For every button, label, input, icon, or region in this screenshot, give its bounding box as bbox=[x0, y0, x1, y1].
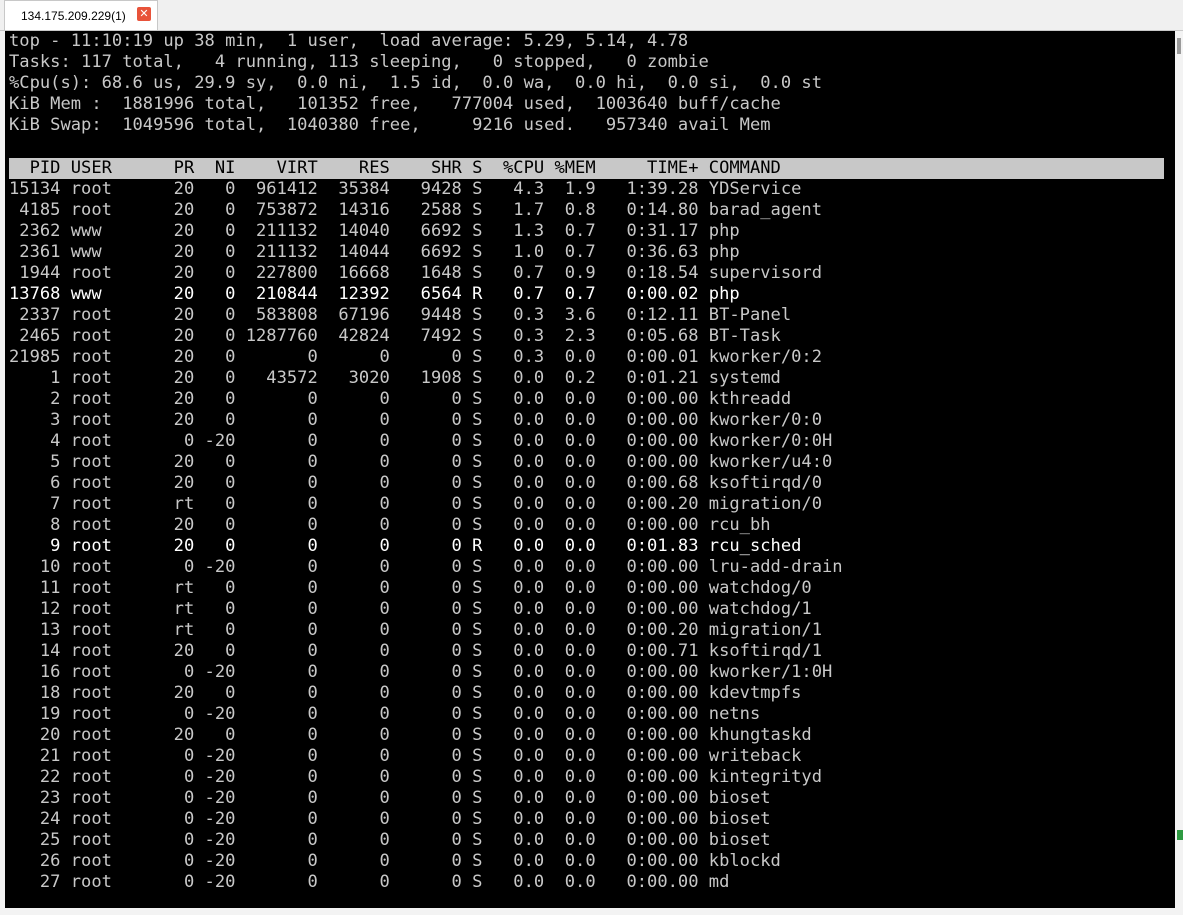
summary-line-tasks: Tasks: 117 total, 4 running, 113 sleepin… bbox=[9, 52, 709, 72]
process-row: 5 root 20 0 0 0 0 S 0.0 0.0 0:00.00 kwor… bbox=[9, 452, 833, 472]
process-row: 21985 root 20 0 0 0 0 S 0.3 0.0 0:00.01 … bbox=[9, 347, 823, 367]
process-row: 22 root 0 -20 0 0 0 S 0.0 0.0 0:00.00 ki… bbox=[9, 767, 823, 787]
process-row: 19 root 0 -20 0 0 0 S 0.0 0.0 0:00.00 ne… bbox=[9, 704, 761, 724]
process-row: 21 root 0 -20 0 0 0 S 0.0 0.0 0:00.00 wr… bbox=[9, 746, 802, 766]
process-row: 2465 root 20 0 1287760 42824 7492 S 0.3 … bbox=[9, 326, 781, 346]
process-row: 13 root rt 0 0 0 0 S 0.0 0.0 0:00.20 mig… bbox=[9, 620, 823, 640]
process-row: 3 root 20 0 0 0 0 S 0.0 0.0 0:00.00 kwor… bbox=[9, 410, 823, 430]
session-tab[interactable]: 134.175.209.229(1) ✕ bbox=[4, 0, 158, 30]
process-row: 2337 root 20 0 583808 67196 9448 S 0.3 3… bbox=[9, 305, 792, 325]
summary-line-cpu: %Cpu(s): 68.6 us, 29.9 sy, 0.0 ni, 1.5 i… bbox=[9, 73, 823, 93]
close-icon[interactable]: ✕ bbox=[137, 7, 151, 21]
process-row: 27 root 0 -20 0 0 0 S 0.0 0.0 0:00.00 md bbox=[9, 872, 730, 892]
process-row: 15134 root 20 0 961412 35384 9428 S 4.3 … bbox=[9, 179, 802, 199]
process-row: 23 root 0 -20 0 0 0 S 0.0 0.0 0:00.00 bi… bbox=[9, 788, 771, 808]
bottom-border bbox=[0, 908, 1175, 915]
process-row: 7 root rt 0 0 0 0 S 0.0 0.0 0:00.20 migr… bbox=[9, 494, 823, 514]
process-row: 4 root 0 -20 0 0 0 S 0.0 0.0 0:00.00 kwo… bbox=[9, 431, 833, 451]
process-row: 6 root 20 0 0 0 0 S 0.0 0.0 0:00.68 ksof… bbox=[9, 473, 823, 493]
process-row: 10 root 0 -20 0 0 0 S 0.0 0.0 0:00.00 lr… bbox=[9, 557, 843, 577]
process-row: 11 root rt 0 0 0 0 S 0.0 0.0 0:00.00 wat… bbox=[9, 578, 812, 598]
vertical-scrollbar[interactable] bbox=[1175, 31, 1183, 915]
process-row: 1944 root 20 0 227800 16668 1648 S 0.7 0… bbox=[9, 263, 823, 283]
process-row: 16 root 0 -20 0 0 0 S 0.0 0.0 0:00.00 kw… bbox=[9, 662, 833, 682]
process-row: 4185 root 20 0 753872 14316 2588 S 1.7 0… bbox=[9, 200, 823, 220]
process-row: 2361 www 20 0 211132 14044 6692 S 1.0 0.… bbox=[9, 242, 740, 262]
process-row: 20 root 20 0 0 0 0 S 0.0 0.0 0:00.00 khu… bbox=[9, 725, 812, 745]
process-row: 18 root 20 0 0 0 0 S 0.0 0.0 0:00.00 kde… bbox=[9, 683, 802, 703]
process-row: 12 root rt 0 0 0 0 S 0.0 0.0 0:00.00 wat… bbox=[9, 599, 812, 619]
tab-bar: 134.175.209.229(1) ✕ bbox=[0, 0, 1183, 31]
process-table-header: PID USER PR NI VIRT RES SHR S %CPU %MEM … bbox=[9, 158, 1164, 179]
process-row: 24 root 0 -20 0 0 0 S 0.0 0.0 0:00.00 bi… bbox=[9, 809, 771, 829]
summary-line-uptime: top - 11:10:19 up 38 min, 1 user, load a… bbox=[9, 31, 689, 51]
process-row: 2362 www 20 0 211132 14040 6692 S 1.3 0.… bbox=[9, 221, 740, 241]
status-marker bbox=[1177, 830, 1183, 840]
process-row: 25 root 0 -20 0 0 0 S 0.0 0.0 0:00.00 bi… bbox=[9, 830, 771, 850]
process-row: 8 root 20 0 0 0 0 S 0.0 0.0 0:00.00 rcu_… bbox=[9, 515, 771, 535]
summary-line-swap: KiB Swap: 1049596 total, 1040380 free, 9… bbox=[9, 115, 771, 135]
terminal-screen[interactable]: top - 11:10:19 up 38 min, 1 user, load a… bbox=[5, 31, 1175, 908]
session-tab-label: 134.175.209.229(1) bbox=[21, 9, 126, 23]
process-row: 14 root 20 0 0 0 0 S 0.0 0.0 0:00.71 kso… bbox=[9, 641, 823, 661]
process-row: 26 root 0 -20 0 0 0 S 0.0 0.0 0:00.00 kb… bbox=[9, 851, 781, 871]
scrollbar-thumb[interactable] bbox=[1177, 38, 1181, 54]
process-row: 2 root 20 0 0 0 0 S 0.0 0.0 0:00.00 kthr… bbox=[9, 389, 792, 409]
summary-line-mem: KiB Mem : 1881996 total, 101352 free, 77… bbox=[9, 94, 781, 114]
process-row: 1 root 20 0 43572 3020 1908 S 0.0 0.2 0:… bbox=[9, 368, 781, 388]
process-row: 9 root 20 0 0 0 0 R 0.0 0.0 0:01.83 rcu_… bbox=[9, 536, 802, 556]
process-row: 13768 www 20 0 210844 12392 6564 R 0.7 0… bbox=[9, 284, 740, 304]
